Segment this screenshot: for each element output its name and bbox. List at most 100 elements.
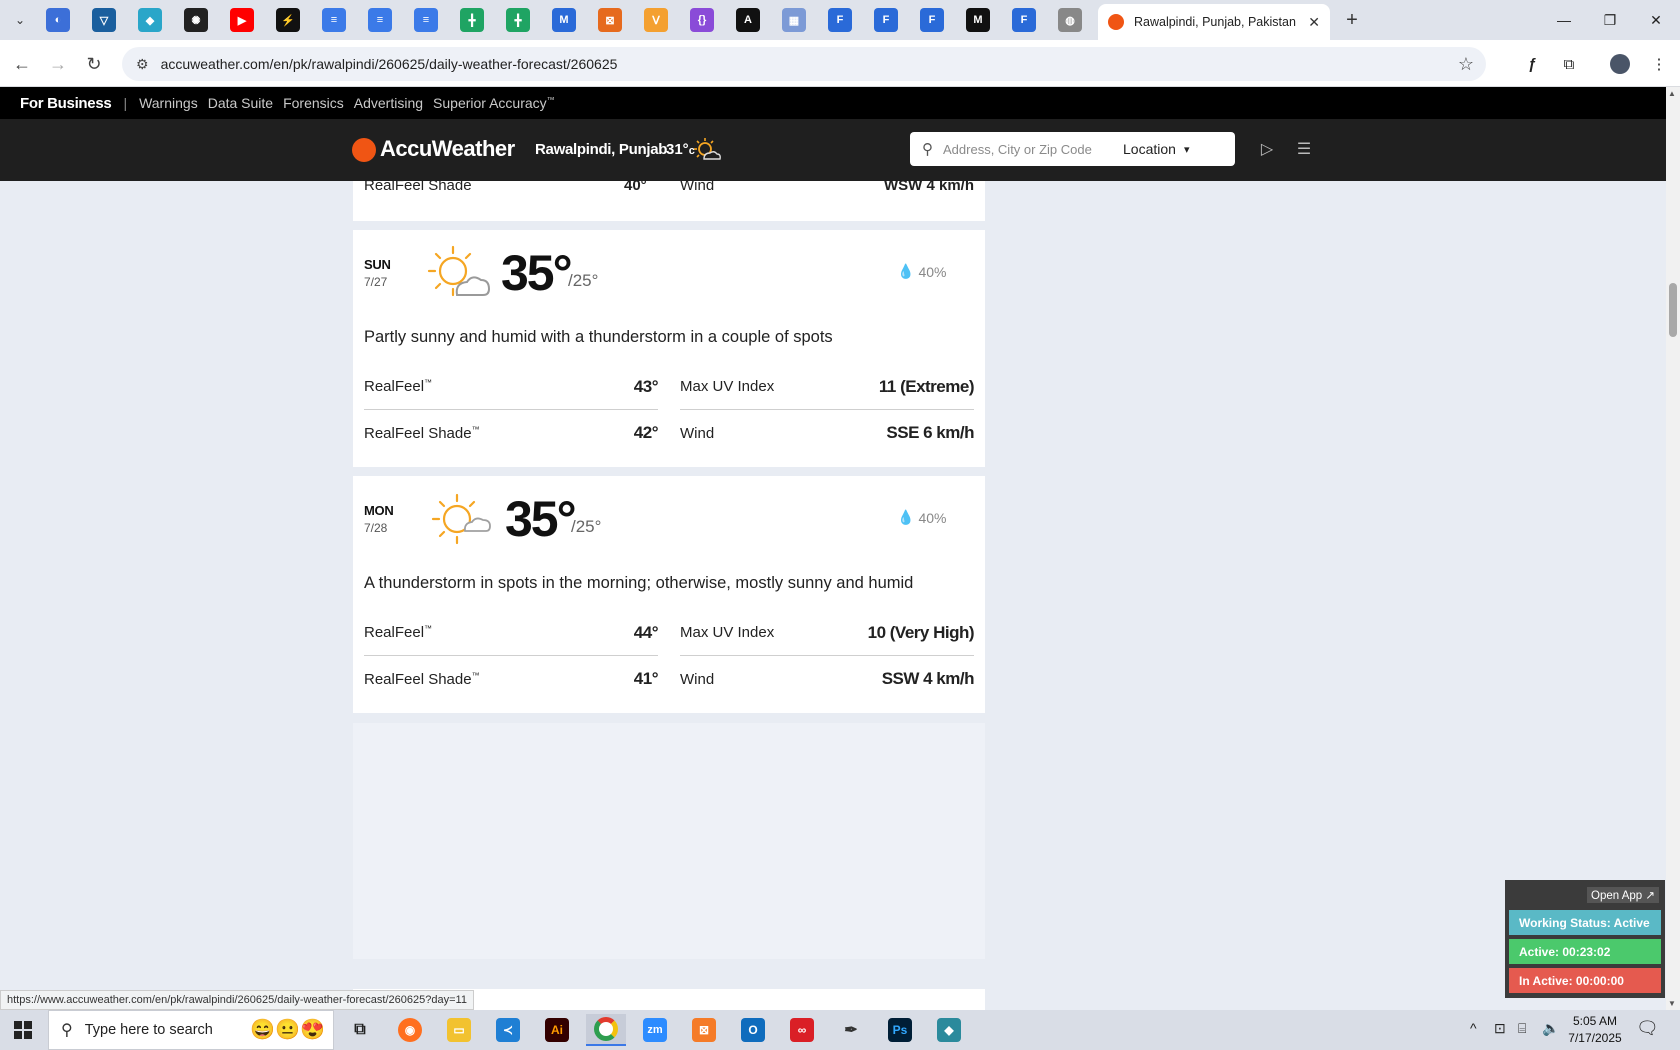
forms-icon[interactable]: F bbox=[828, 8, 852, 32]
restore-button[interactable]: ❐ bbox=[1587, 0, 1633, 40]
code-icon[interactable]: {} bbox=[690, 8, 714, 32]
warnings-link[interactable]: Warnings bbox=[139, 95, 198, 111]
working-status: Working Status: Active bbox=[1509, 910, 1661, 935]
more-menu-icon[interactable]: ⋮ bbox=[1646, 51, 1672, 77]
show-hidden-icons[interactable]: ^ bbox=[1470, 1020, 1477, 1036]
chrome-icon[interactable] bbox=[586, 1014, 626, 1046]
bolt-icon[interactable]: ⚡ bbox=[276, 8, 300, 32]
precipitation: 💧 40% bbox=[897, 263, 947, 280]
app-icon[interactable]: ◆ bbox=[929, 1014, 969, 1046]
scroll-up-icon[interactable]: ▲ bbox=[1668, 89, 1676, 98]
network-icon[interactable]: ⌸ bbox=[1518, 1020, 1526, 1037]
wind-label: Wind bbox=[680, 424, 715, 442]
address-bar[interactable]: ⚙ accuweather.com/en/pk/rawalpindi/26062… bbox=[122, 47, 1486, 81]
forecast-card-partial: RealFeel Shade 40° Wind WSW 4 km/h bbox=[353, 181, 985, 221]
tray-app-icon[interactable]: ⊡ bbox=[1494, 1020, 1506, 1037]
stats-left: RealFeel™ 43° RealFeel Shade™ 42° bbox=[364, 364, 659, 456]
link-status-bar: https://www.accuweather.com/en/pk/rawalp… bbox=[0, 990, 474, 1010]
forms-icon[interactable]: F bbox=[874, 8, 898, 32]
search-input[interactable] bbox=[943, 141, 1113, 157]
for-business-link[interactable]: For Business bbox=[20, 95, 112, 112]
sheets-icon[interactable]: ╋ bbox=[460, 8, 484, 32]
sheets-icon[interactable]: ╋ bbox=[506, 8, 530, 32]
app-icon[interactable]: ◐ bbox=[46, 8, 70, 32]
accuweather-logo-icon[interactable] bbox=[352, 138, 376, 162]
pen-tool-icon[interactable]: ✒ bbox=[831, 1014, 871, 1046]
reload-button[interactable]: ↻ bbox=[81, 51, 107, 77]
advertising-link[interactable]: Advertising bbox=[354, 95, 423, 111]
docs-icon[interactable]: ≡ bbox=[368, 8, 392, 32]
new-tab-button[interactable]: + bbox=[1340, 8, 1364, 32]
app-icon[interactable]: ▦ bbox=[782, 8, 806, 32]
start-button[interactable] bbox=[0, 1010, 46, 1050]
globe-icon[interactable]: ◍ bbox=[1058, 8, 1082, 32]
file-explorer-icon[interactable]: ▭ bbox=[439, 1014, 479, 1046]
superior-accuracy-link[interactable]: Superior Accuracy™ bbox=[433, 95, 555, 111]
accuweather-favicon bbox=[1108, 14, 1124, 30]
partly-sunny-icon bbox=[427, 245, 491, 297]
zoom-icon[interactable]: zm bbox=[635, 1014, 675, 1046]
taskbar-search[interactable]: ⚲ Type here to search 😄😐😍 bbox=[48, 1010, 334, 1050]
forms-icon[interactable]: F bbox=[1012, 8, 1036, 32]
app-icon[interactable]: A bbox=[736, 8, 760, 32]
taskbar-search-placeholder: Type here to search bbox=[84, 1022, 213, 1038]
bolt-app-icon[interactable]: ◆ bbox=[138, 8, 162, 32]
video-icon[interactable]: ▷ bbox=[1255, 137, 1279, 161]
vscode-icon[interactable]: ≺ bbox=[488, 1014, 528, 1046]
close-tab-icon[interactable]: ✕ bbox=[1308, 14, 1320, 31]
high-temp: 35° bbox=[505, 491, 577, 547]
forensics-link[interactable]: Forensics bbox=[283, 95, 344, 111]
current-temp[interactable]: 31°c bbox=[666, 141, 695, 158]
wind-value: SSE 6 km/h bbox=[886, 423, 974, 442]
medium-icon[interactable]: M bbox=[966, 8, 990, 32]
page-scrollbar[interactable]: ▲ ▼ bbox=[1666, 87, 1680, 1010]
docs-icon[interactable]: ≡ bbox=[322, 8, 346, 32]
profile-avatar[interactable] bbox=[1607, 51, 1633, 77]
back-button[interactable]: ← bbox=[9, 51, 35, 77]
stats-right: Max UV Index 11 (Extreme) Wind SSE 6 km/h bbox=[680, 364, 975, 456]
tab-search-button[interactable]: ⌄ bbox=[8, 8, 32, 32]
minimize-button[interactable]: — bbox=[1541, 0, 1587, 40]
extensions-puzzle-icon[interactable]: ⧉ bbox=[1556, 51, 1582, 77]
illustrator-icon[interactable]: Ai bbox=[537, 1014, 577, 1046]
openai-icon[interactable]: ✺ bbox=[184, 8, 208, 32]
extension-icon[interactable]: ƒ bbox=[1519, 51, 1545, 77]
forecast-card[interactable]: SUN 7/27 35° /25° 💧 40% Partly sunny and … bbox=[353, 230, 985, 467]
open-app-button[interactable]: Open App ↗ bbox=[1587, 887, 1659, 903]
active-tab[interactable]: Rawalpindi, Punjab, Pakistan Da ✕ bbox=[1098, 4, 1330, 40]
creative-cloud-icon[interactable]: ∞ bbox=[782, 1014, 822, 1046]
app-icon[interactable]: ᐯ bbox=[644, 8, 668, 32]
search-icon: ⚲ bbox=[61, 1022, 73, 1039]
close-window-button[interactable]: ✕ bbox=[1633, 0, 1679, 40]
uv-label: Max UV Index bbox=[680, 378, 775, 395]
hamburger-menu-icon[interactable]: ☰ bbox=[1292, 137, 1316, 161]
scrollbar-thumb[interactable] bbox=[1669, 283, 1677, 337]
location-search[interactable]: ⚲ Location▾ bbox=[910, 132, 1235, 166]
forms-icon[interactable]: F bbox=[920, 8, 944, 32]
app-icon[interactable]: M bbox=[552, 8, 576, 32]
docs-icon[interactable]: ≡ bbox=[414, 8, 438, 32]
forecast-phrase: A thunderstorm in spots in the morning; … bbox=[364, 574, 914, 592]
notifications-icon[interactable]: 🗨 bbox=[1636, 1018, 1659, 1039]
youtube-icon[interactable]: ▶ bbox=[230, 8, 254, 32]
system-clock[interactable]: 5:05 AM 7/17/2025 bbox=[1555, 1013, 1635, 1047]
business-bar: For Business | Warnings Data Suite Foren… bbox=[0, 87, 1666, 119]
vpn-icon[interactable]: ▽ bbox=[92, 8, 116, 32]
photoshop-icon[interactable]: Ps bbox=[880, 1014, 920, 1046]
data-suite-link[interactable]: Data Suite bbox=[208, 95, 273, 111]
site-info-icon[interactable]: ⚙ bbox=[136, 56, 149, 73]
forward-button[interactable]: → bbox=[45, 51, 71, 77]
accuweather-logo[interactable]: AccuWeather bbox=[380, 136, 515, 162]
outlook-icon[interactable]: O bbox=[733, 1014, 773, 1046]
location-dropdown[interactable]: Location ▾ bbox=[1123, 141, 1189, 157]
firefox-icon[interactable]: ◉ bbox=[390, 1014, 430, 1046]
bookmark-star-icon[interactable]: ☆ bbox=[1458, 54, 1474, 75]
forecast-card[interactable]: MON 7/28 35° /25° 💧 40% A thunderstorm in… bbox=[353, 476, 985, 713]
scroll-down-icon[interactable]: ▼ bbox=[1668, 999, 1676, 1008]
forecast-date: 7/27 bbox=[364, 275, 388, 289]
current-city[interactable]: Rawalpindi, Punjab bbox=[535, 141, 667, 158]
url-text[interactable]: accuweather.com/en/pk/rawalpindi/260625/… bbox=[161, 56, 618, 72]
app-icon[interactable]: ⊠ bbox=[598, 8, 622, 32]
xampp-icon[interactable]: ⊠ bbox=[684, 1014, 724, 1046]
task-view-icon[interactable]: ⧉ bbox=[340, 1014, 380, 1046]
